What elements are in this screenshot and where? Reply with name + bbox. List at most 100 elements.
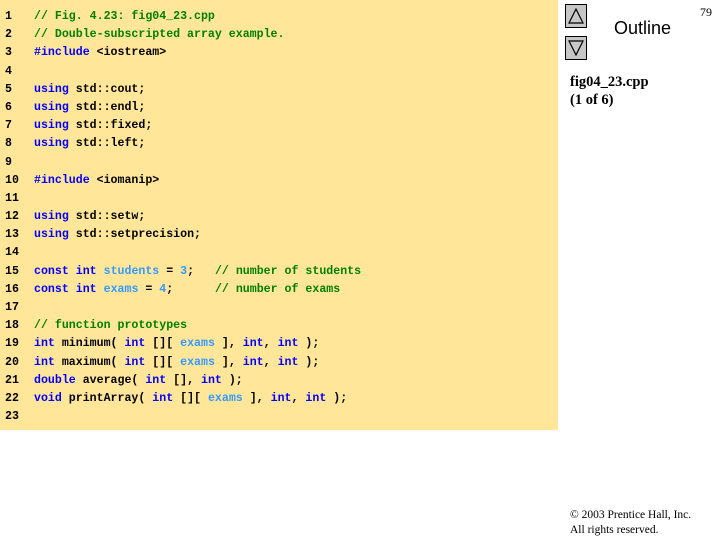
line-number: 8	[5, 137, 12, 151]
code-token: average(	[75, 373, 146, 387]
code-token: int	[305, 391, 327, 405]
code-token: [],	[166, 373, 201, 387]
code-token: ,	[263, 355, 278, 369]
outline-down-button[interactable]	[565, 36, 587, 60]
code-text: using std::cout;	[34, 81, 145, 99]
down-arrow-icon	[568, 40, 584, 56]
code-token: std::setw;	[68, 210, 146, 224]
code-token: int	[124, 355, 146, 369]
copyright-line-1: © 2003 Prentice Hall, Inc.	[570, 509, 692, 521]
line-number: 22	[5, 391, 19, 405]
line-number: 5	[5, 82, 12, 96]
outline-title: Outline	[614, 18, 672, 38]
code-token: const	[34, 282, 69, 296]
code-token: int	[145, 373, 167, 387]
code-text: int minimum( int [][ exams ], int, int )…	[34, 335, 319, 353]
code-token: using	[34, 137, 69, 151]
code-token: [][	[173, 391, 208, 405]
code-text: const int exams = 4; // number of exams	[34, 281, 340, 299]
page-number: 79	[700, 5, 712, 19]
code-token: ],	[242, 391, 271, 405]
code-text: #include <iostream>	[34, 44, 166, 62]
code-token: <iostream>	[89, 46, 167, 60]
outline-up-button[interactable]	[565, 4, 587, 28]
code-token: using	[34, 210, 69, 224]
code-text: using std::left;	[34, 135, 145, 153]
code-token: using	[34, 228, 69, 242]
file-name: fig04_23.cpp	[570, 74, 649, 90]
code-token: ],	[214, 337, 243, 351]
code-token: minimum(	[54, 337, 125, 351]
line-number: 14	[5, 246, 19, 260]
code-text: double average( int [], int );	[34, 372, 243, 390]
code-token: // function prototypes	[34, 319, 188, 333]
file-info: fig04_23.cpp (1 of 6)	[570, 73, 649, 109]
code-token: #include	[34, 173, 90, 187]
code-token: std::endl;	[68, 100, 146, 114]
code-text: // function prototypes	[34, 317, 187, 335]
code-token: void	[34, 391, 62, 405]
code-token: exams	[180, 355, 215, 369]
code-token: int	[152, 391, 174, 405]
copyright-line-2: All rights reserved.	[570, 524, 659, 536]
code-token: int	[242, 337, 264, 351]
code-text: void printArray( int [][ exams ], int, i…	[34, 390, 347, 408]
code-token: // number of exams	[214, 282, 341, 296]
code-token: int	[124, 337, 146, 351]
code-token: exams	[103, 282, 139, 296]
code-token: int	[34, 337, 55, 351]
line-number: 6	[5, 100, 12, 114]
code-text: using std::fixed;	[34, 117, 152, 135]
code-token: );	[298, 337, 320, 351]
code-token: int	[75, 282, 97, 296]
code-token: int	[75, 264, 97, 278]
code-text: const int students = 3; // number of stu…	[34, 263, 361, 281]
line-number: 12	[5, 210, 19, 224]
code-token: double	[34, 373, 76, 387]
line-number: 11	[5, 191, 19, 205]
line-number: 13	[5, 228, 19, 242]
code-token: exams	[207, 391, 243, 405]
code-token: using	[34, 100, 69, 114]
line-number: 1	[5, 10, 12, 23]
code-token: exams	[180, 337, 215, 351]
file-part: (1 of 6)	[570, 92, 614, 108]
code-token: =	[138, 282, 160, 296]
code-text: using std::setprecision;	[34, 226, 201, 244]
code-token: int	[277, 355, 299, 369]
line-number: 18	[5, 319, 19, 333]
code-token: int	[201, 373, 222, 387]
code-token: );	[221, 373, 243, 387]
up-arrow-icon	[568, 8, 584, 24]
line-number: 15	[5, 264, 19, 278]
line-number: 10	[5, 173, 19, 187]
code-token: std::left;	[68, 137, 146, 151]
code-token: students	[103, 264, 160, 278]
code-token: std::cout;	[68, 82, 146, 96]
line-number: 17	[5, 301, 19, 314]
code-token: using	[34, 119, 69, 133]
line-number: 20	[5, 355, 19, 369]
line-number: 7	[5, 119, 12, 133]
code-text: #include <iomanip>	[34, 172, 159, 190]
code-token: ;	[187, 264, 215, 278]
code-token: =	[159, 264, 181, 278]
code-token: int	[242, 355, 264, 369]
code-token: // Fig. 4.23: fig04_23.cpp	[34, 10, 215, 23]
code-text: using std::endl;	[34, 99, 145, 117]
code-token: ],	[214, 355, 243, 369]
code-panel: 1 // Fig. 4.23: fig04_23.cpp 2 // Double-su…	[0, 0, 558, 430]
code-token: #include	[34, 46, 90, 60]
code-token: printArray(	[61, 391, 153, 405]
code-token: int	[270, 391, 292, 405]
code-token: [][	[145, 337, 181, 351]
line-number: 4	[5, 64, 12, 78]
code-token: std::setprecision;	[68, 228, 201, 242]
code-token: ,	[263, 337, 278, 351]
code-token: [][	[145, 355, 181, 369]
line-number: 19	[5, 337, 19, 351]
line-number: 2	[5, 28, 12, 42]
